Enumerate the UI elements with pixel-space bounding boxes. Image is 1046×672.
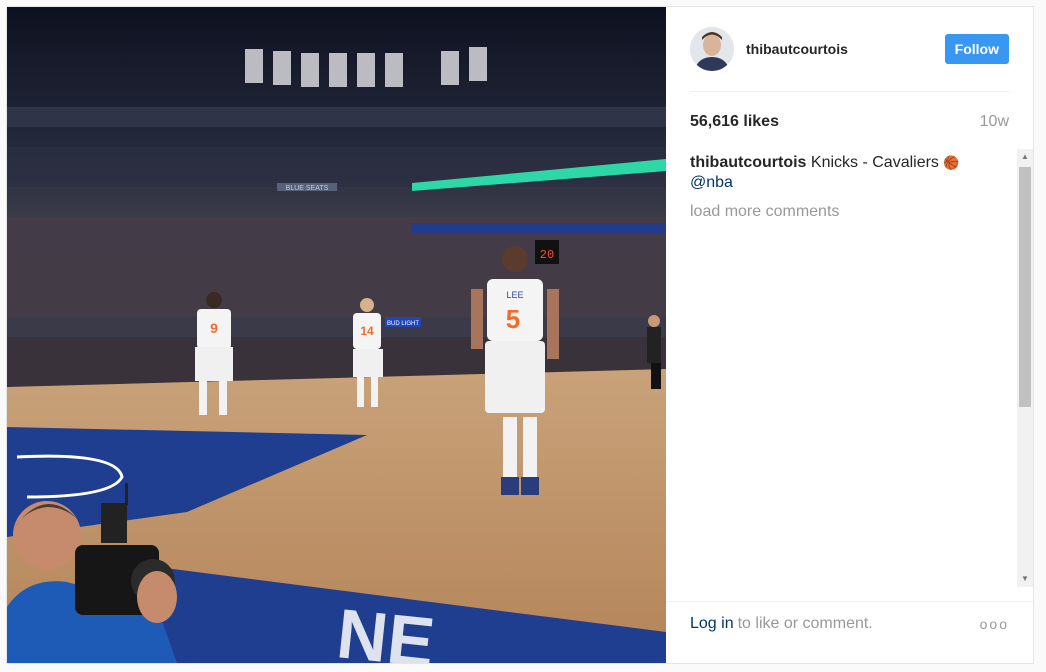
player-number: 9	[210, 320, 218, 336]
basketball-court-photo: BLUE SEATS 20 BUD LIGHT NE LEE 5 9 14	[7, 7, 666, 663]
post-side-panel: thibautcourtois Follow 56,616 likes 10w …	[666, 7, 1033, 663]
caption-username[interactable]: thibautcourtois	[690, 154, 806, 171]
post-header: thibautcourtois Follow	[690, 27, 1009, 71]
post-card: BLUE SEATS 20 BUD LIGHT NE LEE 5 9 14 th…	[6, 6, 1034, 664]
player-number: 14	[360, 324, 374, 338]
comments-area: thibautcourtois Knicks - Cavaliers 🏀 @nb…	[690, 149, 1009, 587]
follow-button[interactable]: Follow	[944, 34, 1009, 64]
likes-row: 56,616 likes 10w	[690, 113, 1009, 131]
login-link[interactable]: Log in	[690, 615, 734, 633]
footer-divider	[666, 601, 1033, 602]
basketball-emoji-icon: 🏀	[943, 155, 960, 170]
player-number: 5	[506, 304, 520, 334]
post-footer: Log in to like or comment. ooo	[690, 615, 1009, 633]
login-prompt-text: to like or comment.	[737, 615, 873, 632]
post-photo[interactable]: BLUE SEATS 20 BUD LIGHT NE LEE 5 9 14	[7, 7, 666, 663]
header-divider	[690, 91, 1009, 92]
username-link[interactable]: thibautcourtois	[746, 41, 848, 57]
court-text: NE	[333, 594, 438, 663]
profile-avatar-icon[interactable]	[690, 27, 734, 71]
caption-mention[interactable]: @nba	[690, 174, 733, 191]
scroll-down-arrow-icon[interactable]: ▼	[1017, 571, 1033, 587]
more-options-icon[interactable]: ooo	[980, 616, 1009, 632]
player-name: LEE	[506, 290, 523, 300]
banner-text: BLUE SEATS	[286, 185, 329, 192]
likes-count[interactable]: 56,616 likes	[690, 113, 779, 131]
caption-text: Knicks - Cavaliers	[810, 154, 939, 171]
comments-scrollbar[interactable]: ▲ ▼	[1017, 149, 1033, 587]
caption: thibautcourtois Knicks - Cavaliers 🏀 @nb…	[690, 153, 980, 193]
scrollbar-thumb[interactable]	[1019, 167, 1031, 407]
post-time[interactable]: 10w	[980, 113, 1009, 131]
scroll-up-arrow-icon[interactable]: ▲	[1017, 149, 1033, 165]
sign-text: BUD LIGHT	[387, 321, 419, 327]
load-more-comments[interactable]: load more comments	[690, 203, 1009, 221]
scoreboard-text: 20	[540, 248, 554, 262]
